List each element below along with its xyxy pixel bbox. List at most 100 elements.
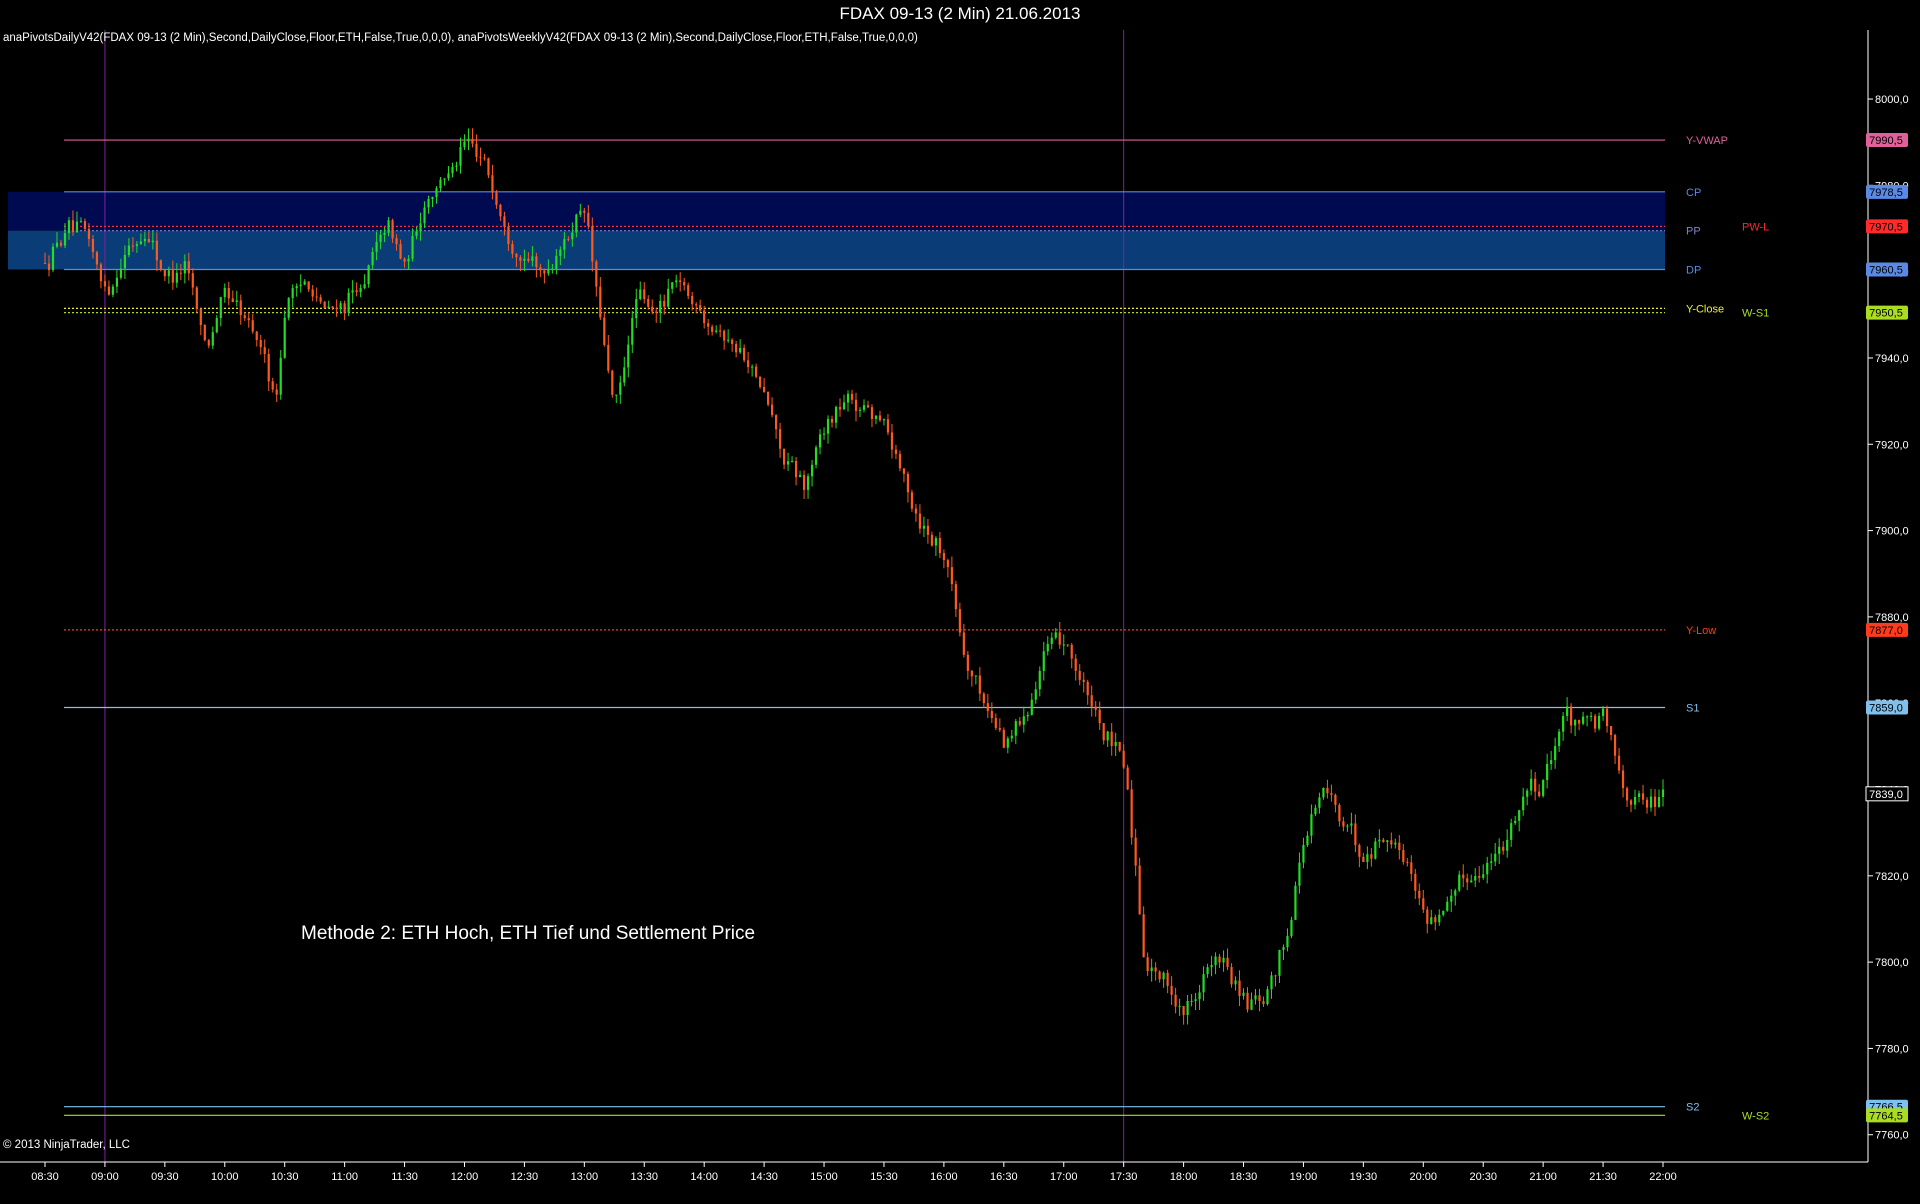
candle-body [51,246,55,271]
candle-body [407,258,410,262]
candle-body [507,226,510,244]
candle-body [922,525,926,529]
candle-body [159,260,162,271]
candle-body [767,391,770,405]
candle-body [1506,839,1509,851]
candle-body [1574,719,1577,726]
candle-body [1174,994,1177,1007]
candle-body [1210,965,1213,968]
candle-body [1354,823,1357,846]
candle-body [1234,980,1237,985]
level-label-w-s1: W-S1 [1742,308,1769,320]
candle-body [731,339,734,345]
x-tick-label: 08:30 [31,1171,59,1183]
candle-body [1418,890,1421,899]
candle-body [794,461,798,478]
candle-body [531,256,534,261]
candle-body [1390,840,1393,845]
price-tag-text: 7978,5 [1869,187,1903,199]
chart-annotation: Methode 2: ETH Hoch, ETH Tief und Settle… [301,923,756,944]
candle-body [1661,789,1665,798]
x-tick-label: 10:30 [271,1171,299,1183]
candle-body [603,317,606,345]
candle-body [695,304,698,306]
candle-body [1070,644,1073,659]
candle-body [1434,917,1437,923]
y-tick-label: 7820,0 [1875,871,1909,883]
candle-body [1202,974,1205,993]
candle-body [1262,1001,1265,1005]
candle-body [1082,679,1085,682]
candle-body [75,221,79,233]
candle-body [235,300,238,303]
price-tag-text: 7950,5 [1869,308,1903,320]
candle-body [535,256,538,268]
candle-body [874,415,878,419]
candle-body [930,534,934,546]
candle-body [199,308,202,326]
candle-body [1058,632,1061,645]
candle-body [1170,985,1173,995]
candle-body [1402,850,1405,862]
x-tick-label: 09:30 [151,1171,179,1183]
candle-body [866,405,870,408]
candle-body [982,693,985,704]
candle-body [763,386,766,392]
candle-body [1214,956,1217,966]
candle-body [367,265,370,285]
candle-body [255,331,258,341]
candle-body [838,406,842,410]
candle-body [1094,706,1097,710]
x-tick-label: 18:30 [1230,1171,1258,1183]
candle-body [1190,1000,1193,1002]
candle-body [435,188,438,198]
candle-body [651,306,654,312]
candle-body [1122,750,1125,768]
candle-body [938,538,941,554]
candle-body [203,325,206,341]
candle-body [1194,999,1197,1001]
candle-body [283,317,286,358]
price-chart[interactable]: 7760,07780,07800,07820,07840,07860,07880… [0,30,1920,1199]
candle-body [1542,779,1545,796]
candle-body [551,268,554,270]
level-label-y-vwap: Y-VWAP [1686,135,1728,147]
candle-body [723,330,726,341]
candle-body [1286,935,1289,948]
candle-body [1593,715,1597,729]
candle-body [579,210,582,215]
candle-body [1366,854,1369,862]
candle-body [207,340,210,346]
candle-body [1550,760,1553,764]
candle-body [882,419,886,421]
candle-body [371,251,374,266]
candle-body [747,360,750,368]
candle-body [115,277,119,287]
candle-body [1182,1006,1185,1016]
candle-body [127,245,130,255]
candle-body [818,434,822,448]
candle-body [1178,1006,1181,1008]
candle-body [1270,975,1273,990]
x-tick-label: 11:00 [331,1171,358,1183]
candle-body [914,508,918,514]
candle-body [431,197,434,200]
candle-body [583,210,586,213]
candle-body [391,220,394,239]
candle-body [727,339,730,341]
candle-body [59,242,63,246]
candle-body [739,347,742,353]
y-tick-label: 8000,0 [1875,94,1909,106]
x-tick-label: 19:00 [1290,1171,1318,1183]
candle-body [1538,791,1541,796]
candle-body [778,429,782,449]
candle-body [878,415,882,421]
candle-body [1146,957,1149,972]
candle-body [1414,873,1417,891]
candle-body [195,287,198,309]
candle-body [1466,878,1469,883]
candle-body [63,232,67,246]
x-tick-label: 21:00 [1529,1171,1557,1183]
candle-body [563,239,566,250]
chart-frame[interactable]: 7760,07780,07800,07820,07840,07860,07880… [0,30,1920,1199]
